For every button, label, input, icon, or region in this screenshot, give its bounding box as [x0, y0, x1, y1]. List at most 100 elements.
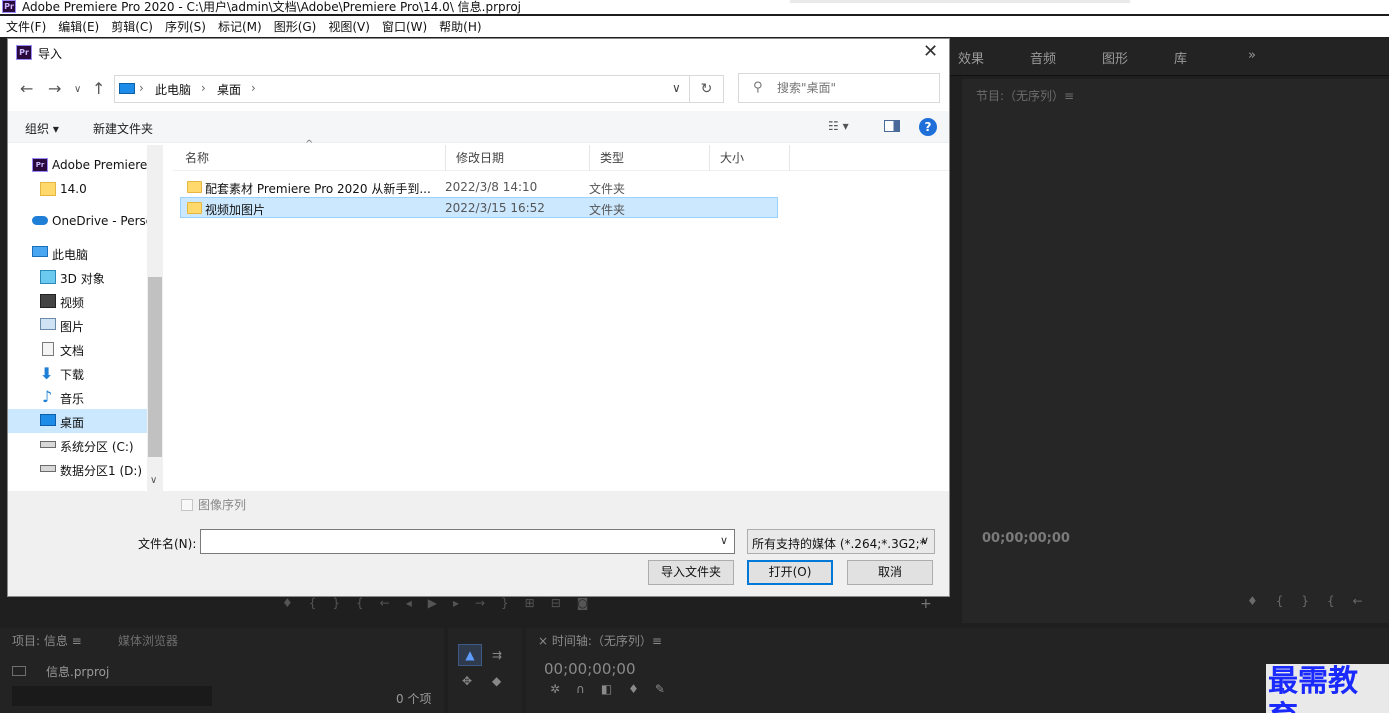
menu-graphics[interactable]: 图形(G) [268, 18, 323, 35]
sidebar-item-label: Adobe Premiere [52, 158, 147, 172]
view-options-icon[interactable]: ☷ ▾ [828, 119, 849, 133]
column-date-modified[interactable]: 修改日期 [446, 145, 590, 171]
timeline-title[interactable]: × 时间轴:（无序列）≡ [538, 632, 662, 649]
menu-markers[interactable]: 标记(M) [212, 18, 268, 35]
sidebar-item-pictures[interactable]: 图片 [8, 313, 147, 337]
chevron-down-icon[interactable]: ∨ [150, 475, 157, 486]
filename-input[interactable] [205, 533, 705, 550]
menu-view[interactable]: 视图(V) [322, 18, 376, 35]
sidebar-item-3d-objects[interactable]: 3D 对象 [8, 265, 147, 289]
sidebar-item-documents[interactable]: 文档 [8, 337, 147, 361]
tab-audio[interactable]: 音频 [1030, 48, 1056, 67]
program-monitor: 节目:（无序列）≡ 00;00;00;00 ♦{}{← [962, 79, 1389, 623]
add-button-icon[interactable]: + [920, 596, 932, 612]
search-icon: ⚲ [753, 80, 763, 95]
window-title: Adobe Premiere Pro 2020 - C:\用户\admin\文档… [22, 0, 522, 14]
file-name: 视频加图片 [205, 203, 266, 217]
column-type[interactable]: 类型 [590, 145, 710, 171]
menu-file[interactable]: 文件(F) [0, 18, 52, 35]
chevron-down-icon[interactable]: ∨ [720, 534, 728, 547]
sidebar-item-data-drive[interactable]: 数据分区1 (D:) [8, 457, 147, 481]
sidebar-item-label: 14.0 [60, 182, 87, 196]
document-icon [42, 342, 54, 356]
watermark-logo: 最需教育 [1266, 664, 1389, 713]
file-row[interactable]: 配套素材 Premiere Pro 2020 从新手到... 2022/3/8 … [181, 177, 779, 198]
forward-arrow-icon[interactable]: → [48, 79, 61, 98]
tab-media-browser[interactable]: 媒体浏览器 [118, 632, 178, 649]
scrollbar-thumb[interactable] [148, 277, 162, 457]
source-transport-controls[interactable]: ♦{}{←◂▶▸→}⊞⊟◙ [282, 596, 604, 610]
folder-icon [187, 181, 202, 193]
dialog-toolbar: 组织 ▾ 新建文件夹 ☷ ▾ ? [8, 111, 949, 143]
file-date: 2022/3/15 16:52 [445, 201, 545, 215]
file-type: 文件夹 [589, 182, 626, 196]
ripple-edit-tool-icon[interactable]: ✥ [462, 674, 472, 688]
open-button[interactable]: 打开(O) [747, 560, 833, 585]
sidebar-item-downloads[interactable]: ⬇ 下载 [8, 361, 147, 385]
premiere-icon: Pr [32, 158, 48, 172]
menu-help[interactable]: 帮助(H) [433, 18, 487, 35]
cancel-button[interactable]: 取消 [847, 560, 933, 585]
sort-ascending-icon: ^ [305, 139, 314, 150]
sidebar-scrollbar[interactable]: ∨ [147, 145, 163, 491]
download-icon: ⬇ [40, 364, 54, 383]
close-icon[interactable]: ✕ [923, 41, 938, 62]
sidebar-item-14-0[interactable]: 14.0 [8, 177, 147, 201]
project-search-input[interactable] [12, 686, 212, 706]
selection-tool-icon[interactable]: ▲ [458, 644, 482, 666]
sidebar-item-this-pc[interactable]: 此电脑 [8, 241, 147, 265]
filename-label: 文件名(N): [138, 537, 197, 551]
help-icon[interactable]: ? [919, 118, 937, 136]
program-transport-controls[interactable]: ♦{}{← [1247, 594, 1381, 608]
recent-locations-icon[interactable]: ∨ [74, 84, 81, 95]
tab-graphics[interactable]: 图形 [1102, 48, 1128, 67]
menu-window[interactable]: 窗口(W) [376, 18, 433, 35]
address-dropdown-icon[interactable]: ∨ [672, 81, 681, 95]
refresh-icon[interactable]: ↻ [690, 75, 724, 103]
file-type-filter[interactable]: 所有支持的媒体 (*.264;*.3G2;* ∨ [747, 529, 935, 554]
up-arrow-icon[interactable]: ↑ [92, 79, 105, 98]
program-monitor-title[interactable]: 节目:（无序列）≡ [976, 87, 1074, 104]
premiere-logo-icon: Pr [2, 0, 16, 13]
search-box[interactable]: ⚲ [738, 73, 940, 103]
timeline-tools[interactable]: ✲∩◧♦✎ [550, 682, 681, 696]
tab-libraries[interactable]: 库 [1174, 48, 1187, 67]
timeline-timecode[interactable]: 00;00;00;00 [544, 660, 636, 678]
sidebar-item-system-drive[interactable]: 系统分区 (C:) [8, 433, 147, 457]
sidebar-item-onedrive[interactable]: OneDrive - Perso [8, 209, 147, 233]
file-type-filter-label: 所有支持的媒体 (*.264;*.3G2;* [752, 537, 926, 551]
breadcrumb-desktop[interactable]: 桌面 [217, 81, 241, 98]
file-date: 2022/3/8 14:10 [445, 180, 538, 194]
menu-sequence[interactable]: 序列(S) [159, 18, 212, 35]
sidebar-item-label: 数据分区1 (D:) [60, 464, 143, 478]
sidebar-item-desktop[interactable]: 桌面 [8, 409, 147, 433]
sidebar-item-videos[interactable]: 视频 [8, 289, 147, 313]
back-arrow-icon[interactable]: ← [20, 79, 33, 98]
filename-combobox[interactable]: ∨ [200, 529, 735, 554]
menu-edit[interactable]: 编辑(E) [52, 18, 105, 35]
timeline-close-icon[interactable]: × [538, 634, 548, 648]
import-folder-button[interactable]: 导入文件夹 [648, 560, 734, 585]
timeline-panel: × 时间轴:（无序列）≡ 00;00;00;00 ✲∩◧♦✎ [526, 628, 1389, 713]
search-input[interactable] [777, 79, 937, 97]
dialog-title: 导入 [38, 47, 63, 61]
desktop-icon [40, 414, 56, 426]
track-select-tool-icon[interactable]: ⇉ [492, 648, 502, 662]
image-sequence-checkbox[interactable] [181, 499, 193, 511]
razor-tool-icon[interactable]: ◆ [492, 674, 501, 688]
sidebar-item-adobe-premiere[interactable]: Pr Adobe Premiere [8, 153, 147, 177]
more-tabs-icon[interactable]: » [1248, 48, 1256, 63]
program-timecode[interactable]: 00;00;00;00 [982, 531, 1070, 546]
tab-effects[interactable]: 效果 [958, 48, 984, 67]
new-folder-button[interactable]: 新建文件夹 [93, 120, 153, 137]
preview-pane-icon[interactable] [884, 120, 900, 132]
breadcrumb-this-pc[interactable]: 此电脑 [155, 81, 191, 98]
organize-button[interactable]: 组织 ▾ [25, 120, 59, 137]
file-row[interactable]: 视频加图片 2022/3/15 16:52 文件夹 [180, 197, 778, 218]
tab-project[interactable]: 项目: 信息 ≡ [12, 632, 82, 649]
address-bar[interactable]: › 此电脑 › 桌面 › ∨ [114, 75, 690, 103]
sidebar-item-music[interactable]: ♪ 音乐 [8, 385, 147, 409]
column-size[interactable]: 大小 [710, 145, 790, 171]
image-sequence-label: 图像序列 [198, 498, 247, 512]
menu-clip[interactable]: 剪辑(C) [105, 18, 159, 35]
